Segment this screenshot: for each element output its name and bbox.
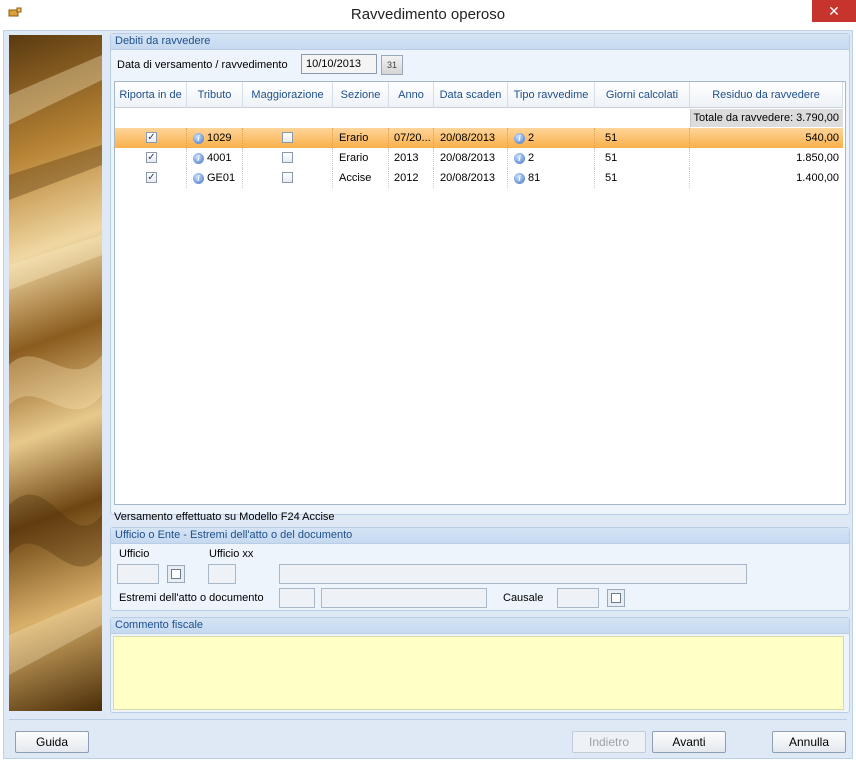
info-icon[interactable]: i — [514, 152, 525, 164]
cell-data-scadenza: 20/08/2013 — [434, 168, 508, 188]
table-row[interactable]: ✓ i GE01 Accise 2012 20/08/2013 i 81 51 1.… — [115, 168, 843, 188]
cell-sezione: Erario — [333, 128, 389, 148]
riporta-checkbox[interactable]: ✓ — [146, 132, 157, 143]
cell-residuo: 1.850,00 — [796, 152, 839, 164]
column-header-riporta[interactable]: Riporta in de — [115, 82, 187, 108]
ufficio-xx-label: Ufficio xx — [209, 548, 254, 560]
maggiorazione-checkbox[interactable] — [282, 152, 293, 163]
cell-tributo: i 4001 — [187, 148, 243, 168]
estremi-label: Estremi dell'atto o documento — [119, 592, 264, 604]
calendar-icon[interactable]: 31 — [381, 55, 403, 75]
column-header-tributo[interactable]: Tributo — [187, 82, 243, 108]
ufficio-input[interactable] — [117, 564, 159, 584]
causale-label: Causale — [503, 592, 544, 604]
causale-lookup-button[interactable] — [607, 589, 625, 607]
column-header-sezione[interactable]: Sezione — [333, 82, 389, 108]
cell-anno: 07/20... — [389, 128, 434, 148]
info-icon[interactable]: i — [514, 132, 525, 144]
cell-residuo: 540,00 — [805, 132, 839, 144]
grid-header: Riporta in de Tributo Maggiorazione Sezi… — [115, 82, 843, 108]
info-icon[interactable]: i — [193, 172, 204, 184]
cell-maggiorazione — [243, 128, 333, 148]
tipo-value: 2 — [528, 152, 535, 164]
avanti-button[interactable]: Avanti — [652, 731, 726, 753]
cell-sezione: Erario — [333, 148, 389, 168]
column-header-anno[interactable]: Anno — [389, 82, 434, 108]
dialog-client: Debiti da ravvedere Data di versamento /… — [3, 30, 853, 759]
ufficio-label: Ufficio — [119, 548, 150, 560]
cell-giorni: 51 — [595, 128, 690, 148]
date-label: Data di versamento / ravvedimento — [117, 59, 288, 71]
commento-group: Commento fiscale — [110, 617, 850, 713]
table-row[interactable]: ✓ i 4001 Erario 2013 20/08/2013 i2 51 1.8… — [115, 148, 843, 168]
info-icon[interactable]: i — [193, 152, 204, 164]
cell-data-scadenza: 20/08/2013 — [434, 148, 508, 168]
column-header-giorni[interactable]: Giorni calcolati — [595, 82, 690, 108]
tributo-value: 1029 — [207, 132, 232, 144]
cell-maggiorazione — [243, 168, 333, 188]
banner-decoration — [9, 55, 102, 675]
cell-tipo: i2 — [508, 148, 595, 168]
cell-tributo: i GE01 — [187, 168, 243, 188]
cell-residuo: 1.400,00 — [796, 172, 839, 184]
column-header-tipo[interactable]: Tipo ravvedime — [508, 82, 595, 108]
maggiorazione-checkbox[interactable] — [282, 172, 293, 183]
cell-riporta: ✓ — [115, 128, 187, 148]
causale-input[interactable] — [557, 588, 599, 608]
window-title: Ravvedimento operoso — [350, 6, 506, 23]
ufficio-lookup-button[interactable] — [167, 565, 185, 583]
riporta-checkbox[interactable]: ✓ — [146, 172, 157, 183]
cell-tributo: i 1029 — [187, 128, 243, 148]
commento-group-title: Commento fiscale — [111, 618, 849, 634]
ufficio-group-title: Ufficio o Ente - Estremi dell'atto o del… — [111, 528, 849, 544]
info-icon[interactable]: i — [514, 172, 525, 184]
cell-anno: 2012 — [389, 168, 434, 188]
tipo-value: 2 — [528, 132, 535, 144]
total-value: Totale da ravvedere: 3.790,00 — [690, 109, 843, 127]
table-row[interactable]: ✓ i 1029 Erario 07/20... 20/08/2013 i2 51… — [115, 128, 843, 148]
guida-button[interactable]: Guida — [15, 731, 89, 753]
tributo-value: GE01 — [207, 172, 236, 184]
dialog-window: Ravvedimento operoso ✕ Debiti da ravvede… — [0, 0, 856, 762]
annulla-button[interactable]: Annulla — [772, 731, 846, 753]
estremi-code-input[interactable] — [279, 588, 315, 608]
column-header-residuo[interactable]: Residuo da ravvedere — [690, 82, 843, 108]
cell-sezione: Accise — [333, 168, 389, 188]
cell-tipo: i 81 — [508, 168, 595, 188]
column-header-data-scadenza[interactable]: Data scaden — [434, 82, 508, 108]
tributo-value: 4001 — [207, 152, 232, 164]
info-icon[interactable]: i — [193, 132, 204, 144]
tipo-value: 81 — [528, 172, 541, 184]
close-button[interactable]: ✕ — [812, 0, 856, 22]
riporta-checkbox[interactable]: ✓ — [146, 152, 157, 163]
cell-maggiorazione — [243, 148, 333, 168]
cell-riporta: ✓ — [115, 148, 187, 168]
cell-tipo: i2 — [508, 128, 595, 148]
commento-textarea[interactable] — [113, 636, 844, 710]
cell-giorni: 51 — [595, 148, 690, 168]
side-banner-image — [9, 35, 102, 711]
cell-riporta: ✓ — [115, 168, 187, 188]
estremi-input[interactable] — [321, 588, 487, 608]
indietro-button[interactable]: Indietro — [572, 731, 646, 753]
total-row: Totale da ravvedere: 3.790,00 — [115, 109, 843, 127]
maggiorazione-checkbox[interactable] — [282, 132, 293, 143]
cell-anno: 2013 — [389, 148, 434, 168]
footer-divider — [9, 719, 847, 720]
ufficio-group: Ufficio o Ente - Estremi dell'atto o del… — [110, 527, 850, 611]
versamento-note: Versamento effettuato su Modello F24 Acc… — [114, 511, 335, 523]
ufficio-description-input[interactable] — [279, 564, 747, 584]
title-bar: Ravvedimento operoso ✕ — [0, 0, 856, 30]
cell-data-scadenza: 20/08/2013 — [434, 128, 508, 148]
cell-giorni: 51 — [595, 168, 690, 188]
ufficio-xx-input[interactable] — [208, 564, 236, 584]
date-input[interactable]: 10/10/2013 — [301, 54, 377, 74]
column-header-maggiorazione[interactable]: Maggiorazione — [243, 82, 333, 108]
debiti-grid: Riporta in de Tributo Maggiorazione Sezi… — [114, 81, 846, 505]
debiti-group-title: Debiti da ravvedere — [111, 34, 849, 50]
